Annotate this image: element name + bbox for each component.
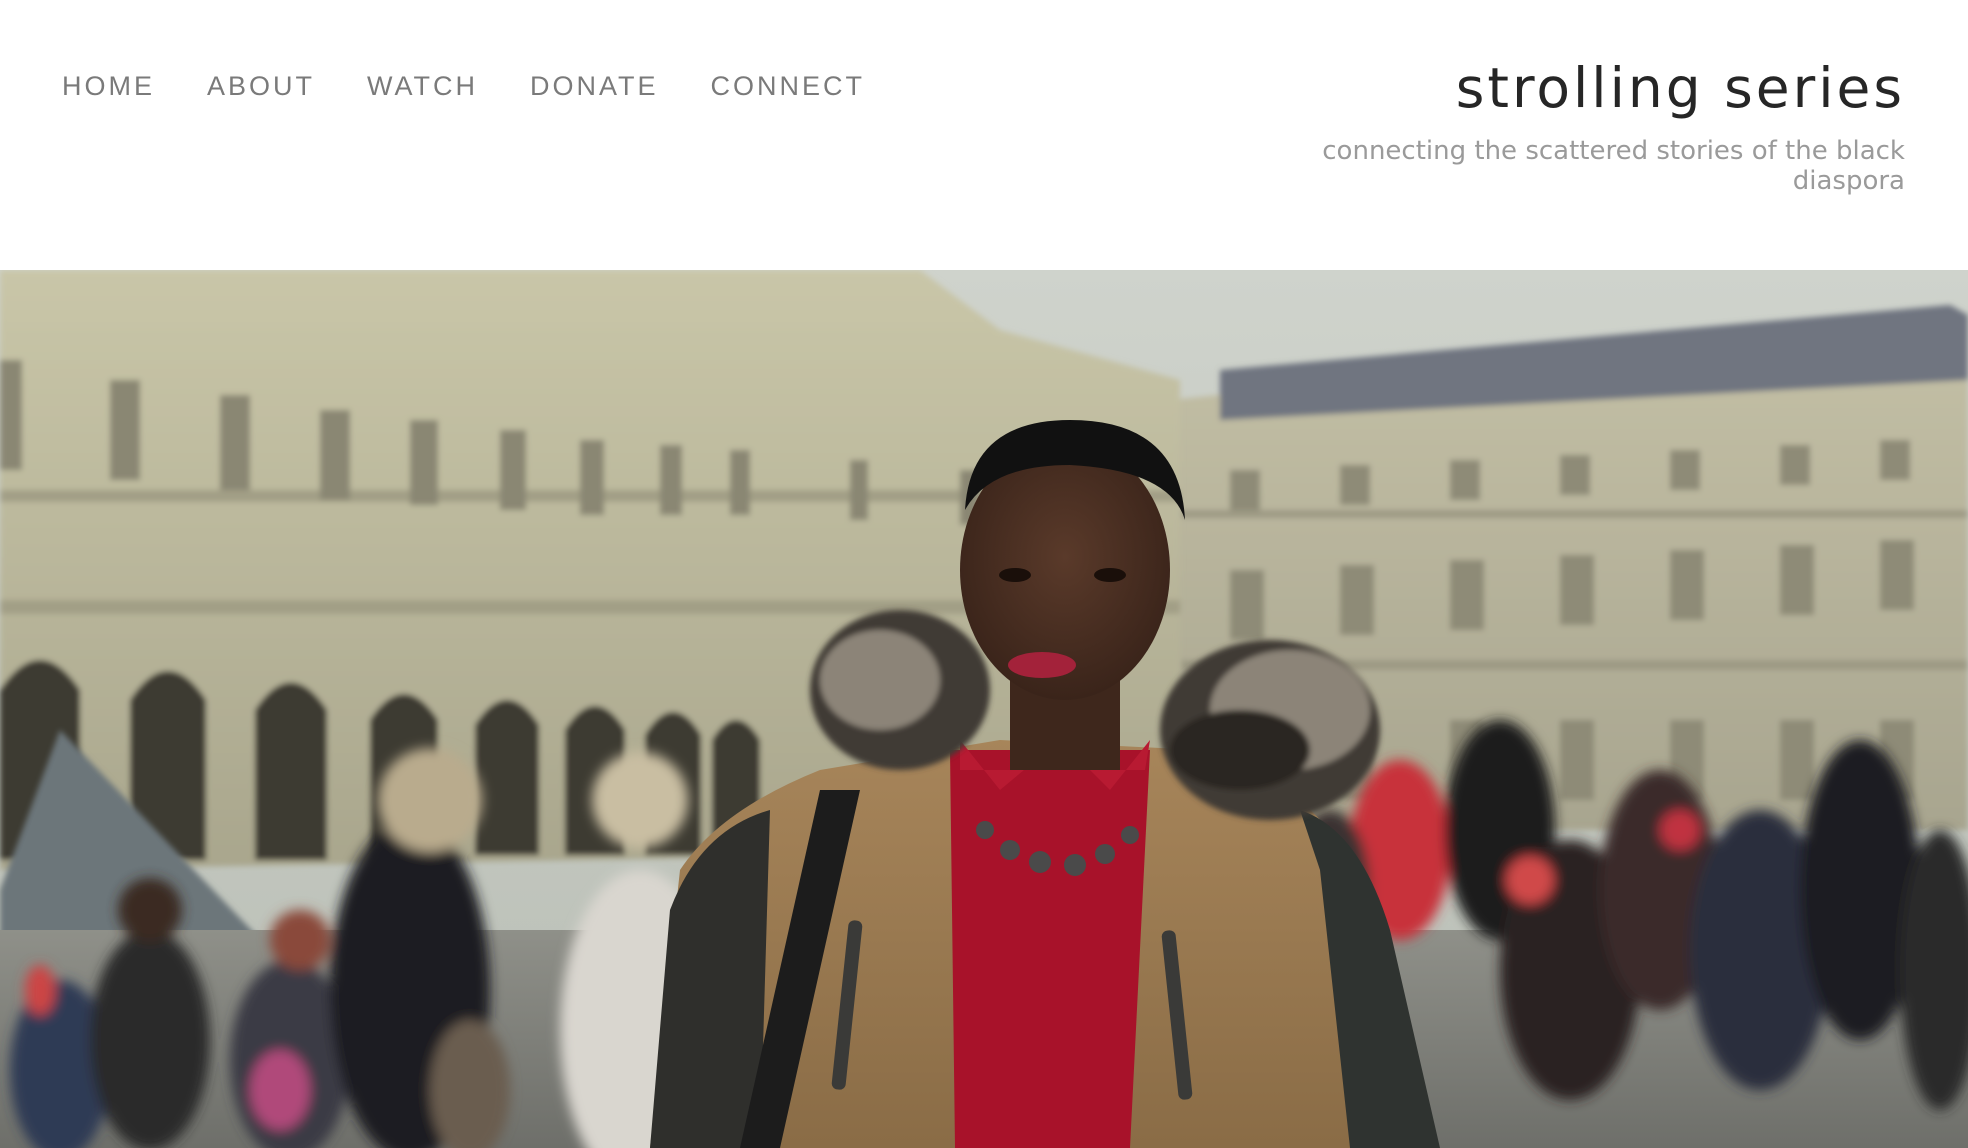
- site-header: HOME ABOUT WATCH DONATE CONNECT strollin…: [0, 0, 1968, 270]
- hero-photo: [0, 270, 1968, 1148]
- page: HOME ABOUT WATCH DONATE CONNECT strollin…: [0, 0, 1968, 1148]
- hero-image: [0, 270, 1968, 1148]
- main-nav: HOME ABOUT WATCH DONATE CONNECT: [62, 68, 865, 104]
- nav-donate[interactable]: DONATE: [530, 68, 659, 104]
- brand: strolling series connecting the scattere…: [1205, 50, 1905, 196]
- site-tagline: connecting the scattered stories of the …: [1322, 136, 1905, 196]
- nav-watch[interactable]: WATCH: [367, 68, 478, 104]
- nav-home[interactable]: HOME: [62, 68, 155, 104]
- nav-about[interactable]: ABOUT: [207, 68, 315, 104]
- nav-connect[interactable]: CONNECT: [711, 68, 866, 104]
- site-title[interactable]: strolling series: [1205, 50, 1905, 126]
